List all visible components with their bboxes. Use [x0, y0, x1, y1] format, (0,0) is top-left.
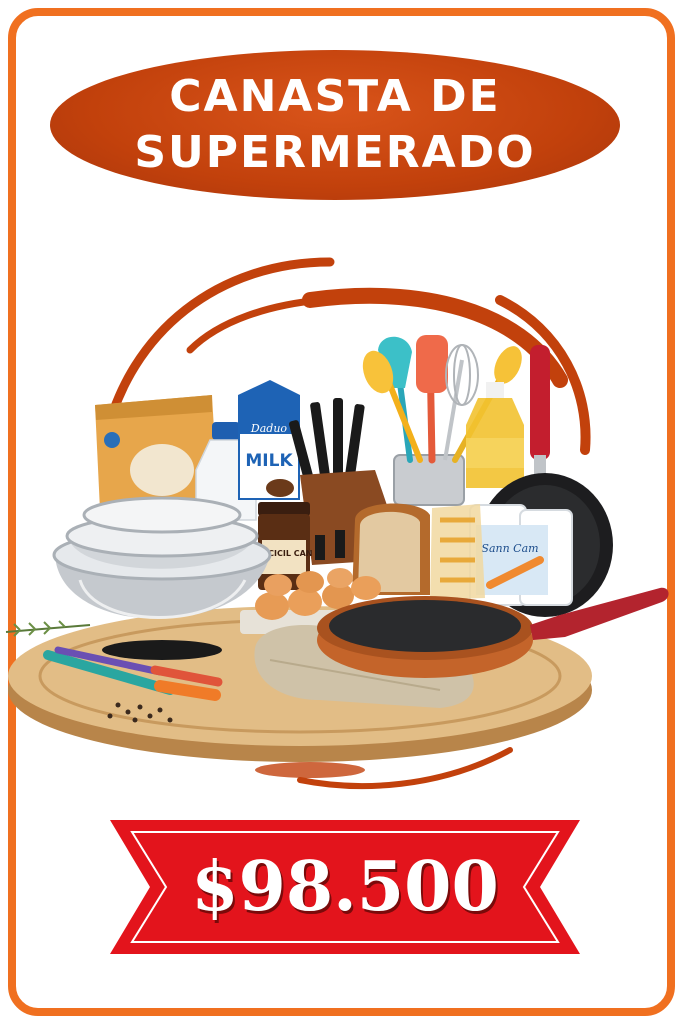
paper-towel-label: Sann Cam [481, 542, 538, 555]
milk-carton: Daduo MILK [238, 380, 300, 500]
milk-brand-label: Daduo [250, 422, 288, 435]
paper-towels: Sann Cam [469, 504, 573, 606]
red-spatula [530, 345, 550, 490]
pasta-bag [430, 504, 485, 600]
price-label: $98.500 [191, 847, 499, 927]
milk-carton-label: MILK [245, 451, 293, 471]
oil-bottle [466, 382, 524, 488]
